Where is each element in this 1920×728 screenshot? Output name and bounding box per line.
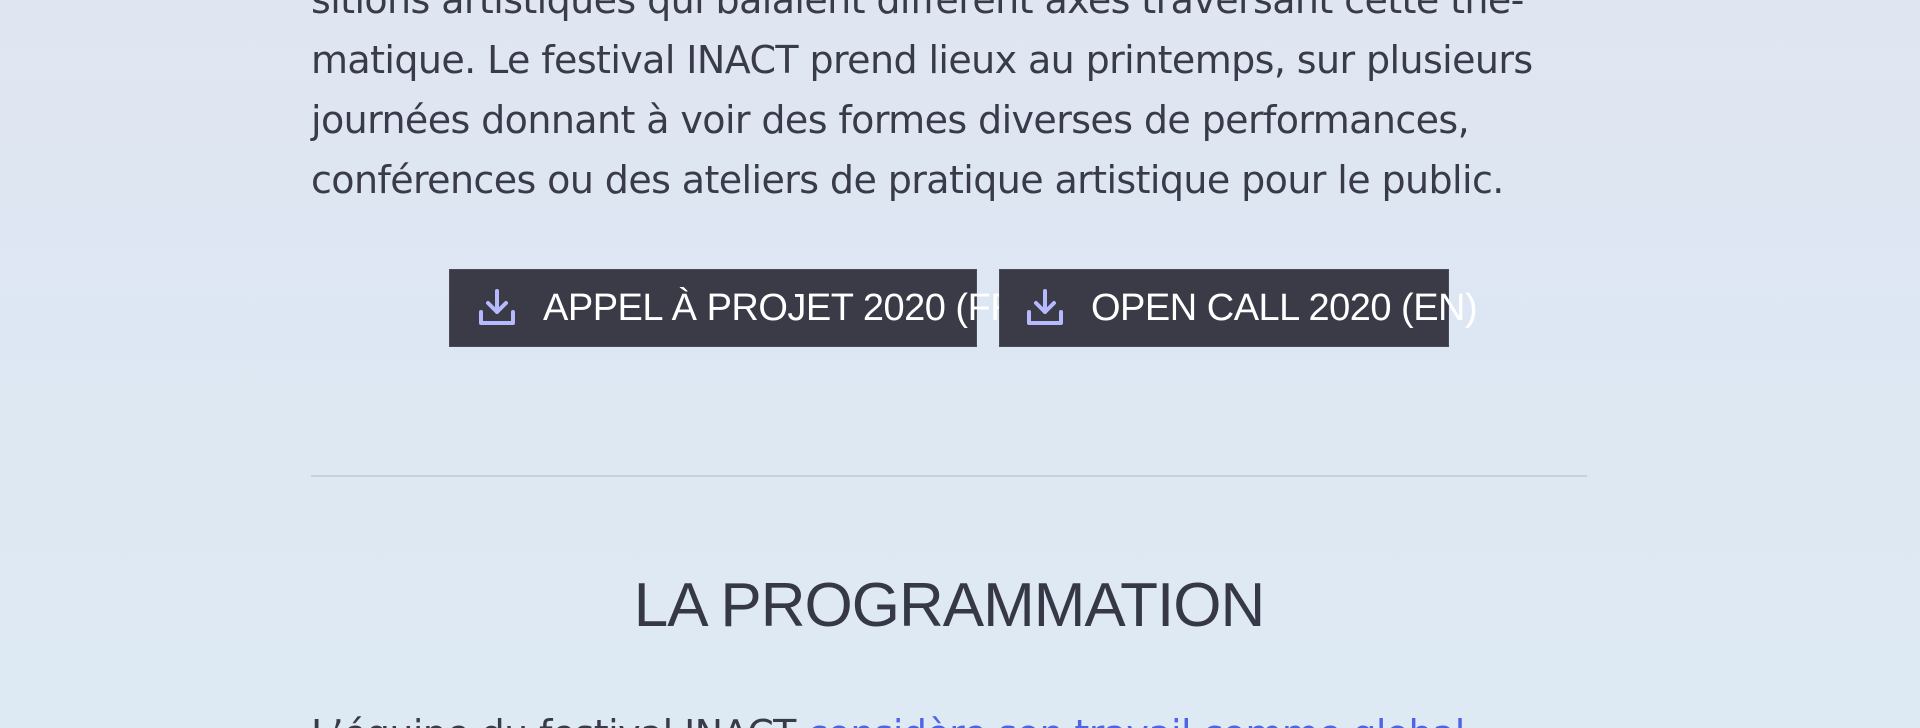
section-divider [311,475,1587,477]
download-icon [479,289,515,325]
intro-line: conférences ou des ateliers de pratique … [311,158,1504,202]
download-fr-button[interactable]: APPEL À PROJET 2020 (FR) [449,269,1030,347]
programmation-text: L’équipe du festival INACT [311,712,807,728]
download-fr-label: APPEL À PROJET 2020 (FR) [543,286,1030,329]
intro-line: sitions artistiques qui balaient différe… [311,0,1524,22]
programmation-paragraph: L’équipe du festival INACT considère son… [311,704,1587,728]
download-en-button[interactable]: OPEN CALL 2020 (EN) [999,269,1478,347]
intro-line: journées donnant à voir des formes diver… [311,98,1470,142]
download-buttons: APPEL À PROJET 2020 (FR) OPEN CALL 2020 … [311,269,1587,347]
programmation-title: LA PROGRAMMATION [633,571,1266,640]
download-en-label: OPEN CALL 2020 (EN) [1091,286,1478,329]
programmation-link[interactable]: considère son travail comme global [807,712,1465,728]
page: sitions artistiques qui balaient différe… [0,0,1920,728]
intro-line: matique. Le festival INACT prend lieux a… [311,38,1533,82]
download-icon [1027,289,1063,325]
intro-paragraph: sitions artistiques qui balaient différe… [311,0,1587,210]
